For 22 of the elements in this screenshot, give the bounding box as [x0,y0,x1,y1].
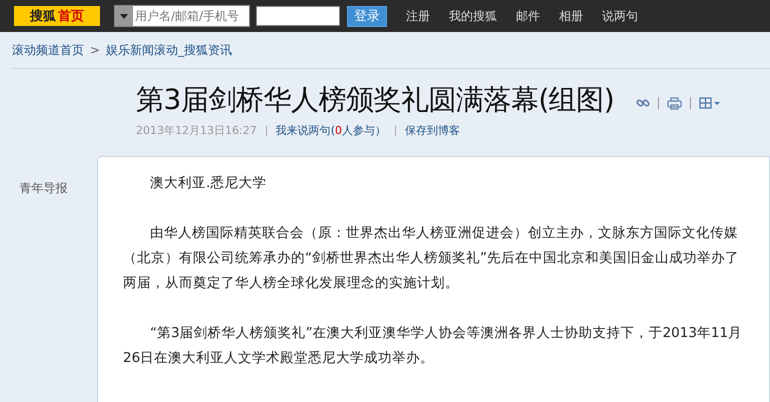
nav-link[interactable]: 邮件 [516,8,540,24]
nav-link[interactable]: 注册 [406,8,430,24]
breadcrumb-link[interactable]: 滚动频道首页 [12,42,84,58]
print-icon[interactable] [667,96,682,110]
dropdown-icon[interactable] [115,6,133,26]
nav-link[interactable]: 相册 [559,8,583,24]
source-label: 青年导报 [18,180,68,197]
article-paragraph: 由华人榜国际精英联合会（原：世界杰出华人榜亚洲促进会）创立主办，文脉东方国际文化传媒（北京）有限公司统筹承办的“剑桥世界杰出华人榜颁奖礼”先后在中国北京和美国旧金山成功举办了两届，从而奠定了华人榜全球化发展理念的实施计划。 [123,224,740,293]
article-paragraph: “第3届剑桥华人榜颁奖礼”在澳大利亚澳华学人协会等澳洲各界人士协助支持下，于2013年11月26日在澳大利亚人文学术殿堂悉尼大学成功举办。 [123,324,744,368]
publish-date: 2013年12月13日16:27 [136,123,257,138]
breadcrumb-link[interactable]: 娱乐新闻滚动_搜狐资讯 [106,42,232,58]
logo[interactable]: 搜狐首页 [14,6,100,26]
username-field[interactable]: 用户名/邮箱/手机号 [114,5,250,27]
breadcrumb-separator: > [90,43,100,57]
nav-link[interactable]: 我的搜狐 [449,8,497,24]
comment-link[interactable]: 我来说两句 [276,123,331,138]
save-to-blog-link[interactable]: 保存到博客 [405,123,460,138]
password-field[interactable] [256,6,340,26]
article-title: 第3届剑桥华人榜颁奖礼圆满落幕(组图) [136,82,614,118]
nav-link[interactable]: 说两句 [602,8,638,24]
article-paragraph: 澳大利亚.悉尼大学 [149,174,268,193]
comment-count: (0人参与） [330,123,386,138]
